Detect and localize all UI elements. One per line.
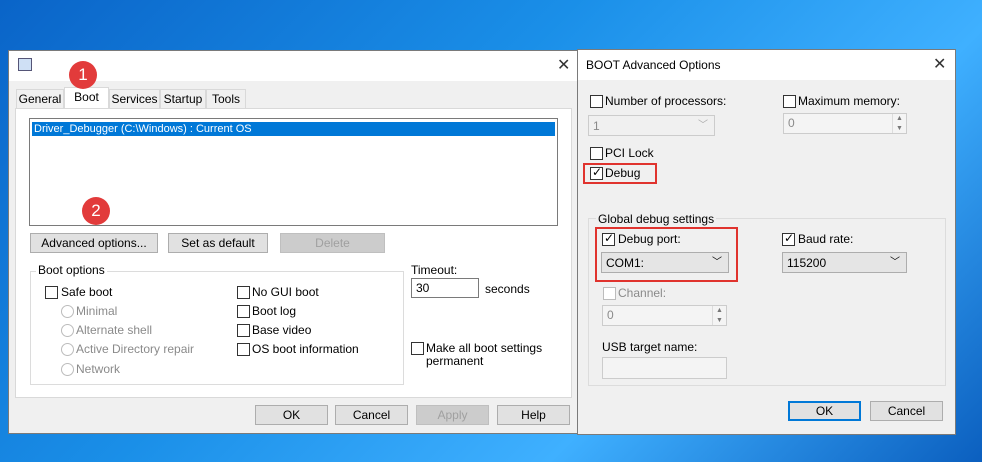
- apply-button[interactable]: Apply: [416, 405, 489, 425]
- network-label: Network: [76, 362, 121, 376]
- num-processors-select[interactable]: 1 ﹀: [588, 115, 715, 136]
- usb-target-input[interactable]: [602, 357, 727, 379]
- make-permanent-label-line1: Make all boot settings: [426, 341, 543, 355]
- pci-lock-label: PCI Lock: [605, 146, 654, 160]
- boot-log-checkbox[interactable]: [237, 305, 250, 318]
- make-permanent-label-line2: permanent: [426, 354, 484, 368]
- channel-label: Channel:: [618, 286, 667, 300]
- help-button[interactable]: Help: [497, 405, 570, 425]
- timeout-label: Timeout:: [411, 263, 458, 277]
- baud-rate-label: Baud rate:: [798, 232, 854, 246]
- os-boot-info-label: OS boot information: [252, 342, 359, 356]
- chevron-down-icon: ﹀: [890, 257, 900, 268]
- alternate-shell-radio[interactable]: [61, 324, 74, 337]
- ad-repair-label: Active Directory repair: [76, 342, 195, 356]
- global-debug-title: Global debug settings: [596, 212, 717, 226]
- advanced-options-button[interactable]: Advanced options...: [30, 233, 158, 253]
- baud-rate-select[interactable]: 115200 ﹀: [782, 252, 907, 273]
- delete-button[interactable]: Delete: [280, 233, 385, 253]
- timeout-input[interactable]: 30: [411, 278, 479, 298]
- safe-boot-checkbox[interactable]: [45, 286, 58, 299]
- close-icon[interactable]: ✕: [557, 58, 570, 74]
- chevron-down-icon: ﹀: [698, 120, 708, 131]
- safe-boot-label: Safe boot: [61, 285, 113, 299]
- seconds-label: seconds: [485, 282, 530, 296]
- no-gui-boot-label: No GUI boot: [252, 285, 319, 299]
- boot-log-label: Boot log: [252, 304, 297, 318]
- max-memory-checkbox[interactable]: [783, 95, 796, 108]
- ad-repair-radio[interactable]: [61, 343, 74, 356]
- set-as-default-button[interactable]: Set as default: [168, 233, 268, 253]
- boot-options-title: Boot options: [36, 263, 107, 277]
- step-1-badge: 1: [69, 61, 97, 89]
- minimal-label: Minimal: [76, 304, 118, 318]
- no-gui-boot-checkbox[interactable]: [237, 286, 250, 299]
- channel-input[interactable]: 0 ▲ ▼: [602, 305, 727, 326]
- system-configuration-window: ✕ General Boot Services Startup Tools Dr…: [8, 50, 578, 434]
- make-permanent-checkbox[interactable]: [411, 342, 424, 355]
- os-boot-info-checkbox[interactable]: [237, 343, 250, 356]
- max-memory-spinner[interactable]: ▲ ▼: [892, 114, 906, 133]
- advanced-title-bar: BOOT Advanced Options ✕: [578, 50, 955, 80]
- max-memory-input[interactable]: 0 ▲ ▼: [783, 113, 907, 134]
- ok-button[interactable]: OK: [255, 405, 328, 425]
- channel-spinner[interactable]: ▲ ▼: [712, 306, 726, 325]
- tab-services[interactable]: Services: [109, 89, 160, 108]
- base-video-checkbox[interactable]: [237, 324, 250, 337]
- tab-general[interactable]: General: [16, 89, 64, 108]
- advanced-ok-button[interactable]: OK: [788, 401, 861, 421]
- list-item[interactable]: Driver_Debugger (C:\Windows) : Current O…: [32, 122, 555, 136]
- advanced-window-title: BOOT Advanced Options: [586, 58, 721, 72]
- close-icon[interactable]: ✕: [933, 57, 946, 73]
- advanced-cancel-button[interactable]: Cancel: [870, 401, 943, 421]
- minimal-radio[interactable]: [61, 305, 74, 318]
- network-radio[interactable]: [61, 363, 74, 376]
- alternate-shell-label: Alternate shell: [76, 323, 153, 337]
- usb-target-label: USB target name:: [602, 340, 698, 354]
- boot-advanced-options-window: BOOT Advanced Options ✕ Number of proces…: [577, 49, 956, 435]
- max-memory-label: Maximum memory:: [798, 94, 901, 108]
- tab-startup[interactable]: Startup: [160, 89, 206, 108]
- tab-tools[interactable]: Tools: [206, 89, 246, 108]
- num-processors-label: Number of processors:: [605, 94, 727, 108]
- debug-port-highlight: [595, 227, 738, 282]
- debug-highlight: [583, 163, 657, 184]
- base-video-label: Base video: [252, 323, 312, 337]
- check-icon: ✓: [784, 231, 795, 245]
- channel-checkbox[interactable]: [603, 287, 616, 300]
- pci-lock-checkbox[interactable]: [590, 147, 603, 160]
- cancel-button[interactable]: Cancel: [335, 405, 408, 425]
- step-2-badge: 2: [82, 197, 110, 225]
- baud-rate-checkbox[interactable]: ✓: [782, 231, 795, 246]
- tab-boot[interactable]: Boot: [64, 87, 109, 109]
- num-processors-checkbox[interactable]: [590, 95, 603, 108]
- app-icon: [18, 58, 32, 71]
